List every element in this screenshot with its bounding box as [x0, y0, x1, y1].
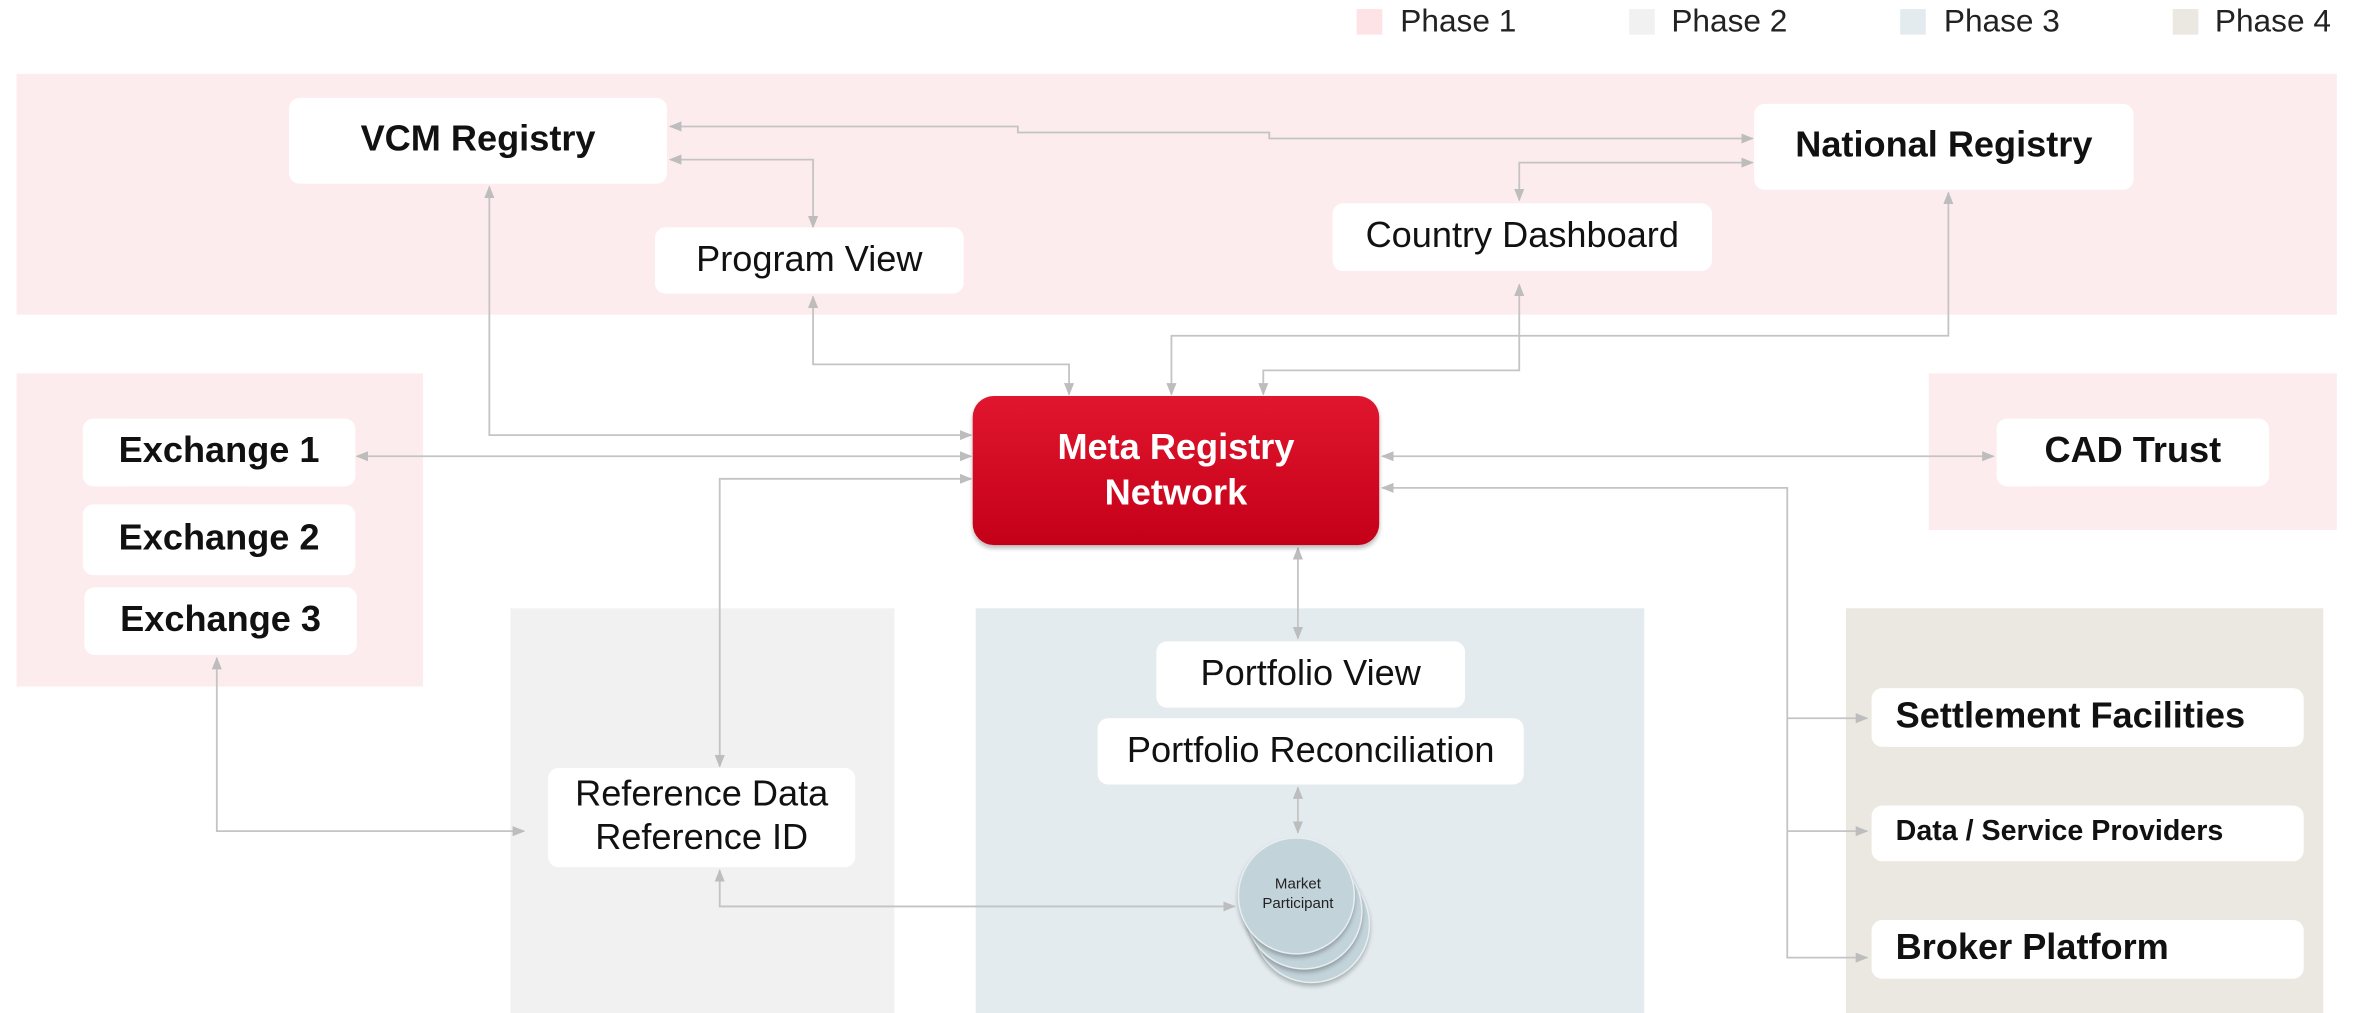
- link-reference-participant: [714, 869, 1236, 912]
- country-dashboard-node: Country Dashboard: [1332, 203, 1712, 272]
- settlement-facilities-node: Settlement Facilities: [1871, 688, 2304, 747]
- portfolio-reconciliation-node: Portfolio Reconciliation: [1097, 718, 1524, 785]
- cad-trust-node: CAD Trust: [1996, 418, 2270, 487]
- program-view-node: Program View: [654, 227, 964, 294]
- national-registry-node: National Registry: [1754, 103, 2134, 190]
- link-reference-hub: [714, 473, 973, 768]
- link-exchange-reference: [211, 656, 526, 837]
- exchange-3-node: Exchange 3: [84, 587, 357, 655]
- market-participant-label: Market Participant: [1238, 876, 1358, 914]
- link-vcm-national: [668, 121, 1754, 144]
- link-program-hub: [808, 295, 1075, 396]
- market-participant-label-line-1: Market: [1274, 876, 1321, 893]
- exchange-2-node: Exchange 2: [82, 504, 356, 576]
- link-dashboard-hub: [1258, 283, 1525, 396]
- link-vcm-hub: [484, 185, 973, 441]
- market-participant-label-line-2: Participant: [1262, 895, 1334, 912]
- hub-label-line-1: Meta Registry: [1057, 426, 1295, 468]
- link-vcm-program: [668, 154, 819, 229]
- link-national-dashboard: [1514, 157, 1754, 202]
- reference-id-label: Reference ID: [595, 817, 809, 859]
- diagram-stage: Phase 1 Phase 2 Phase 3 Phase 4 VCM Regi…: [0, 0, 2361, 1013]
- reference-data-label: Reference Data: [575, 774, 829, 815]
- portfolio-view-node: Portfolio View: [1156, 641, 1466, 708]
- meta-registry-network-hub: Meta Registry Network: [972, 395, 1380, 546]
- reference-data-node: Reference Data Reference ID: [548, 767, 856, 868]
- hub-label-line-2: Network: [1104, 472, 1248, 513]
- exchange-1-node: Exchange 1: [82, 418, 356, 487]
- vcm-registry-node: VCM Registry: [289, 97, 668, 184]
- data-service-providers-node: Data / Service Providers: [1871, 805, 2304, 862]
- broker-platform-node: Broker Platform: [1871, 919, 2304, 979]
